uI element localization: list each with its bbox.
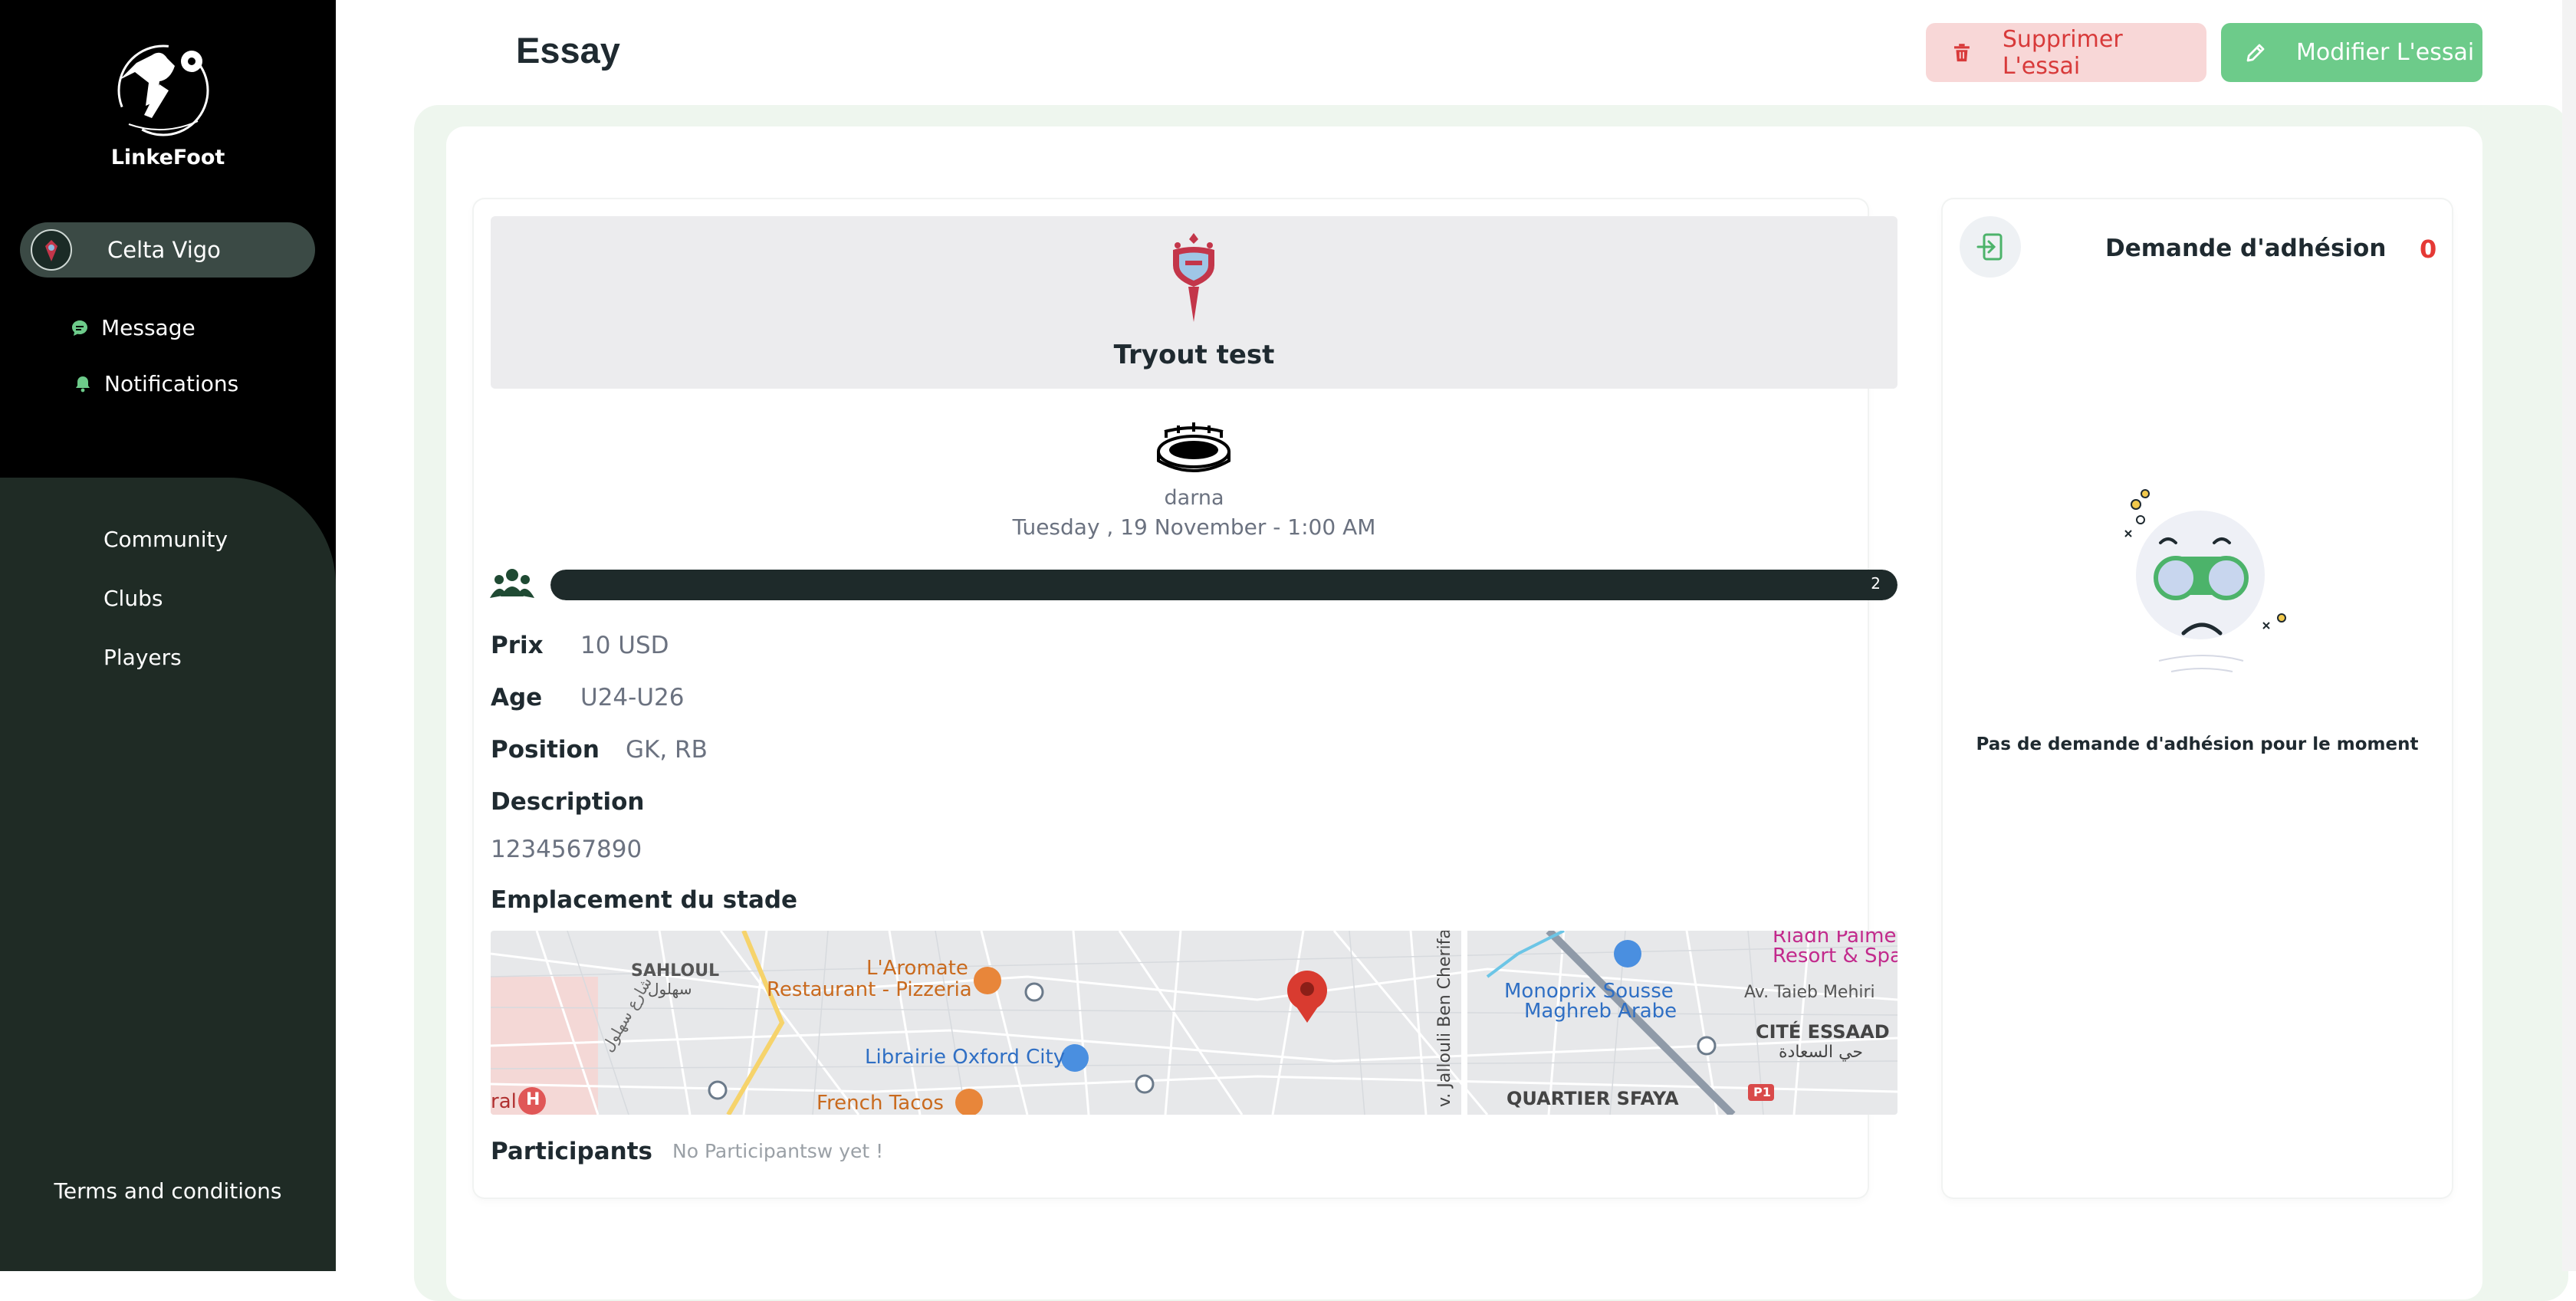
map-label: Maghreb Arabe (1524, 1000, 1677, 1023)
map-label: ral (491, 1090, 517, 1113)
page-title: Essay (516, 30, 620, 71)
description-value: 1234567890 (491, 836, 642, 863)
stadium-icon (1157, 422, 1230, 472)
edit-tryout-button[interactable]: Modifier L'essai (2221, 23, 2482, 82)
position-label: Position (491, 736, 600, 764)
price-label: Prix (491, 632, 544, 659)
stadium-location-label: Emplacement du stade (491, 886, 798, 914)
map-label: L'Aromate (866, 957, 968, 980)
delete-tryout-button[interactable]: Supprimer L'essai (1926, 23, 2206, 82)
position-value: GK, RB (626, 736, 708, 764)
map-label: CITÉ ESSAAD (1756, 1021, 1890, 1043)
map-label: حي السعادة (1779, 1043, 1864, 1062)
club-name: Celta Vigo (107, 237, 221, 263)
map-label: Librairie Oxford City (865, 1046, 1066, 1069)
map-streets (491, 931, 1898, 1115)
map-label: QUARTIER SFAYA (1506, 1088, 1679, 1109)
bell-icon (76, 376, 90, 392)
sidebar-item-label: Notifications (104, 371, 239, 396)
edit-button-label: Modifier L'essai (2296, 39, 2475, 66)
login-icon (1976, 233, 2003, 261)
sidebar-item-community[interactable]: Community (104, 527, 228, 552)
price-value: 10 USD (580, 632, 669, 659)
participants-count: 2 (1871, 574, 1881, 593)
map-label: Restaurant - Pizzeria (767, 978, 972, 1001)
stadium-map[interactable]: SAHLOUL سهلول L'Aromate Restaurant - Piz… (491, 931, 1898, 1115)
map-label: v. Jallouli Ben Cherifa (1435, 931, 1454, 1107)
sidebar-item-notifications[interactable]: Notifications (74, 371, 238, 396)
sidebar: LinkeFoot Celta Vigo Message Notificatio… (0, 0, 336, 1271)
sidebar-item-message[interactable]: Message (71, 315, 196, 340)
chat-icon (72, 320, 87, 336)
map-label: P1 (1753, 1085, 1771, 1099)
join-request-icon (1960, 216, 2021, 278)
join-request-title: Demande d'adhésion (2105, 235, 2387, 262)
map-label: French Tacos (816, 1092, 944, 1115)
description-label: Description (491, 788, 645, 816)
trash-icon (1953, 43, 1970, 61)
tryout-datetime: Tuesday , 19 November - 1:00 AM (1012, 514, 1376, 540)
page-scrollbar[interactable] (2562, 0, 2576, 1271)
age-label: Age (491, 684, 543, 711)
binoculars-empty-illustration-icon (2124, 489, 2286, 672)
linkefoot-logo-icon[interactable] (106, 40, 221, 138)
club-avatar (31, 229, 72, 271)
app-name: LinkeFoot (110, 146, 225, 169)
map-label: H (526, 1090, 540, 1109)
tryout-title: Tryout test (1113, 340, 1275, 370)
terms-link[interactable]: Terms and conditions (0, 1178, 336, 1204)
map-label: Resort & Spa (1773, 945, 1898, 968)
sidebar-lower-panel: Community Clubs Players (0, 478, 336, 1271)
celta-vigo-crest-icon (1173, 233, 1214, 322)
join-request-card (1943, 199, 2452, 1198)
age-value: U24-U26 (580, 684, 685, 711)
pencil-icon (2246, 44, 2265, 61)
sidebar-item-players[interactable]: Players (104, 645, 182, 670)
sidebar-item-clubs[interactable]: Clubs (104, 586, 163, 611)
participants-empty-text: No Participantsw yet ! (672, 1140, 884, 1162)
participants-label: Participants (491, 1138, 652, 1165)
venue-name: darna (1164, 486, 1224, 510)
participants-group-icon (490, 569, 534, 598)
progress-fill (550, 570, 1898, 600)
map-label: Av. Taieb Mehiri (1744, 983, 1875, 1002)
club-switcher[interactable]: Celta Vigo (20, 222, 315, 278)
delete-button-label: Supprimer L'essai (2002, 25, 2123, 80)
participants-progress-bar: 2 (550, 570, 1898, 600)
club-crest-icon (45, 240, 58, 261)
join-request-empty-text: Pas de demande d'adhésion pour le moment (1976, 734, 2419, 754)
join-request-count: 0 (2420, 235, 2437, 264)
sidebar-item-label: Message (101, 315, 196, 340)
